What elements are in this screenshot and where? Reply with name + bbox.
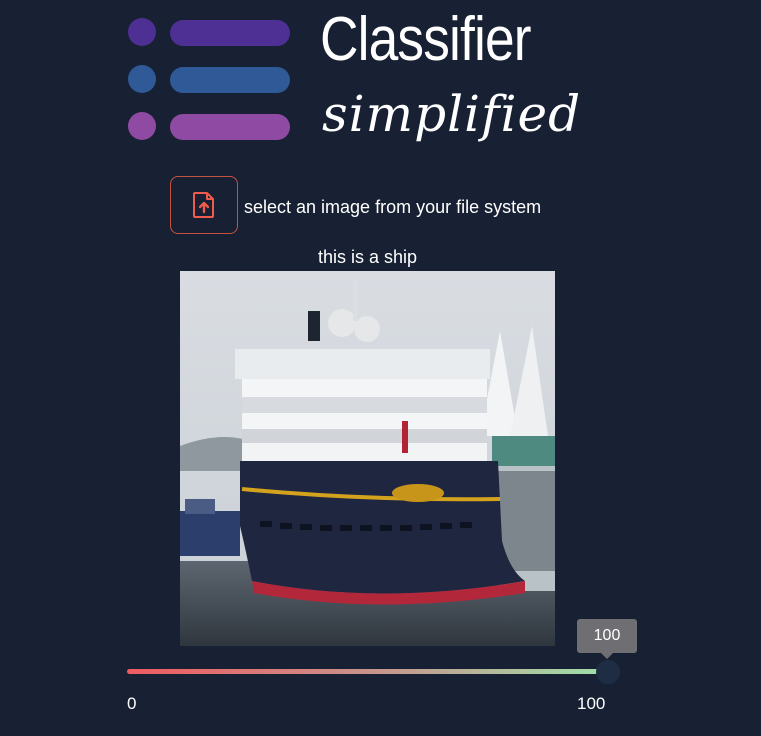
upload-button[interactable] (170, 176, 238, 234)
slider-track[interactable] (127, 669, 607, 674)
uploaded-image-preview (180, 271, 555, 646)
logo-bar-3 (170, 114, 290, 140)
upload-label: select an image from your file system (244, 197, 542, 217)
app-page: Classifier simplified select an image fr… (0, 0, 761, 736)
slider-min-label: 0 (127, 694, 137, 713)
file-upload-icon (193, 192, 214, 218)
slider-thumb[interactable] (596, 660, 620, 684)
slider-max-label: 100 (577, 694, 606, 713)
logo-dot-2 (128, 65, 156, 93)
logo-dot-3 (128, 112, 156, 140)
logo-subtitle: simplified (322, 85, 582, 143)
classification-result: this is a ship (317, 247, 418, 267)
logo-bar-1 (170, 20, 290, 46)
slider-value-tooltip: 100 (577, 619, 637, 659)
logo-mark (126, 15, 296, 145)
logo-bar-2 (170, 67, 290, 93)
logo-dot-1 (128, 18, 156, 46)
logo-title: Classifier (320, 5, 532, 74)
